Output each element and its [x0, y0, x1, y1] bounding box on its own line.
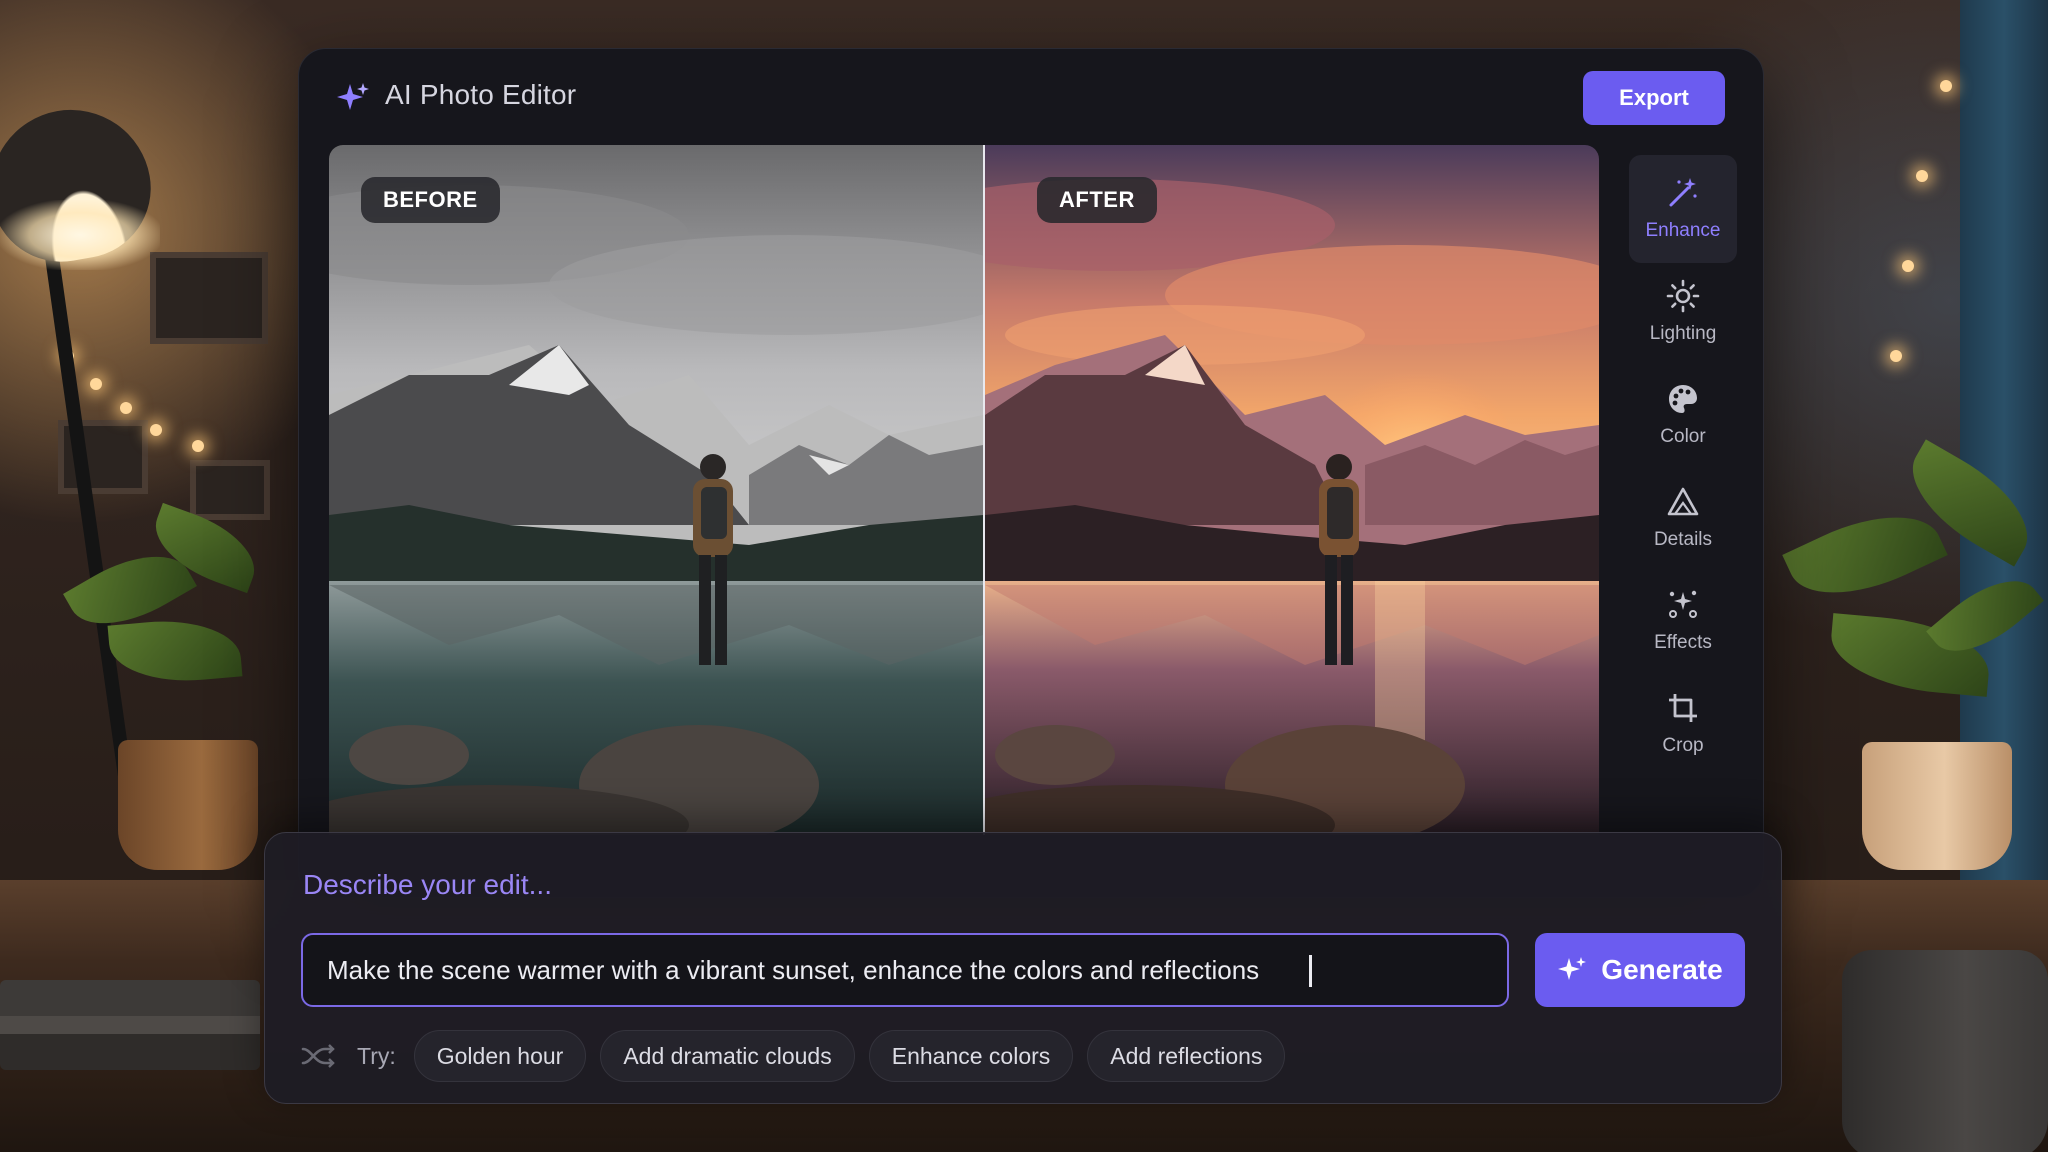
tool-details[interactable]: Details: [1629, 464, 1737, 572]
wall-photo-frame: [150, 252, 268, 344]
string-light: [90, 378, 102, 390]
palette-icon: [1669, 385, 1697, 413]
crop-icon: [1669, 694, 1697, 722]
suggestion-chip-dramatic-clouds[interactable]: Add dramatic clouds: [600, 1030, 855, 1082]
string-light: [120, 402, 132, 414]
plant-leaf: [1782, 491, 1948, 619]
suggestion-chip-golden-hour[interactable]: Golden hour: [413, 1030, 587, 1082]
string-light: [1902, 260, 1914, 272]
generate-button[interactable]: Generate: [1535, 933, 1745, 1007]
suggestion-chip-reflections[interactable]: Add reflections: [1087, 1030, 1286, 1082]
tools-sidebar: Enhance Lighting Color Details Effects C…: [1619, 145, 1745, 835]
tool-label: Enhance: [1645, 220, 1721, 241]
tool-label: Color: [1660, 426, 1706, 447]
app-header: AI Photo Editor Export: [299, 49, 1763, 145]
tool-label: Lighting: [1649, 323, 1717, 344]
plant-leaf: [107, 614, 243, 688]
try-label: Try:: [357, 1042, 396, 1069]
tool-color[interactable]: Color: [1629, 361, 1737, 469]
magic-wand-icon: [1669, 178, 1697, 207]
prompt-heading: Describe your edit...: [303, 869, 552, 900]
tool-lighting[interactable]: Lighting: [1629, 258, 1737, 366]
coffee-mug: [1842, 950, 2048, 1152]
shuffle-icon: [301, 1044, 335, 1068]
suggestions-row: Try: Golden hour Add dramatic clouds Enh…: [301, 1029, 1299, 1083]
books: [0, 980, 260, 1070]
sparkle-logo-icon: [337, 83, 369, 110]
tool-effects[interactable]: Effects: [1629, 567, 1737, 675]
text-caret: [1309, 955, 1312, 987]
string-light: [1916, 170, 1928, 182]
tool-label: Crop: [1662, 735, 1704, 756]
string-light: [150, 424, 162, 436]
wall-photo-frame: [190, 460, 270, 520]
app-title: AI Photo Editor: [385, 79, 577, 110]
edit-prompt-panel: Describe your edit... Generate Try: Gold…: [264, 832, 1782, 1104]
suggestion-chip-enhance-colors[interactable]: Enhance colors: [868, 1030, 1074, 1082]
app-window: AI Photo Editor Export BEFORE AFTER Enha…: [298, 48, 1764, 898]
generate-label: Generate: [1601, 954, 1723, 985]
edit-prompt-input[interactable]: [301, 933, 1509, 1007]
string-light: [1890, 350, 1902, 362]
string-light: [192, 440, 204, 452]
image-canvas: BEFORE AFTER: [329, 145, 1599, 835]
plant-pot: [118, 740, 258, 870]
triangle-icon: [1667, 487, 1699, 516]
tool-label: Details: [1653, 529, 1713, 550]
lamp-glow: [0, 200, 160, 270]
before-photo: [329, 145, 983, 835]
after-image: AFTER: [985, 145, 1599, 835]
before-badge: BEFORE: [361, 177, 500, 223]
tool-crop[interactable]: Crop: [1629, 670, 1737, 778]
plant-pot: [1862, 742, 2012, 870]
after-badge: AFTER: [1037, 177, 1157, 223]
sun-icon: [1666, 279, 1700, 313]
tool-label: Effects: [1654, 632, 1712, 653]
export-button[interactable]: Export: [1583, 71, 1725, 125]
sparkle-icon: [1558, 957, 1587, 980]
after-photo: [985, 145, 1599, 835]
before-image: BEFORE: [329, 145, 983, 835]
string-light: [1940, 80, 1952, 92]
sparkles-icon: [1669, 590, 1697, 618]
tool-enhance[interactable]: Enhance: [1629, 155, 1737, 263]
